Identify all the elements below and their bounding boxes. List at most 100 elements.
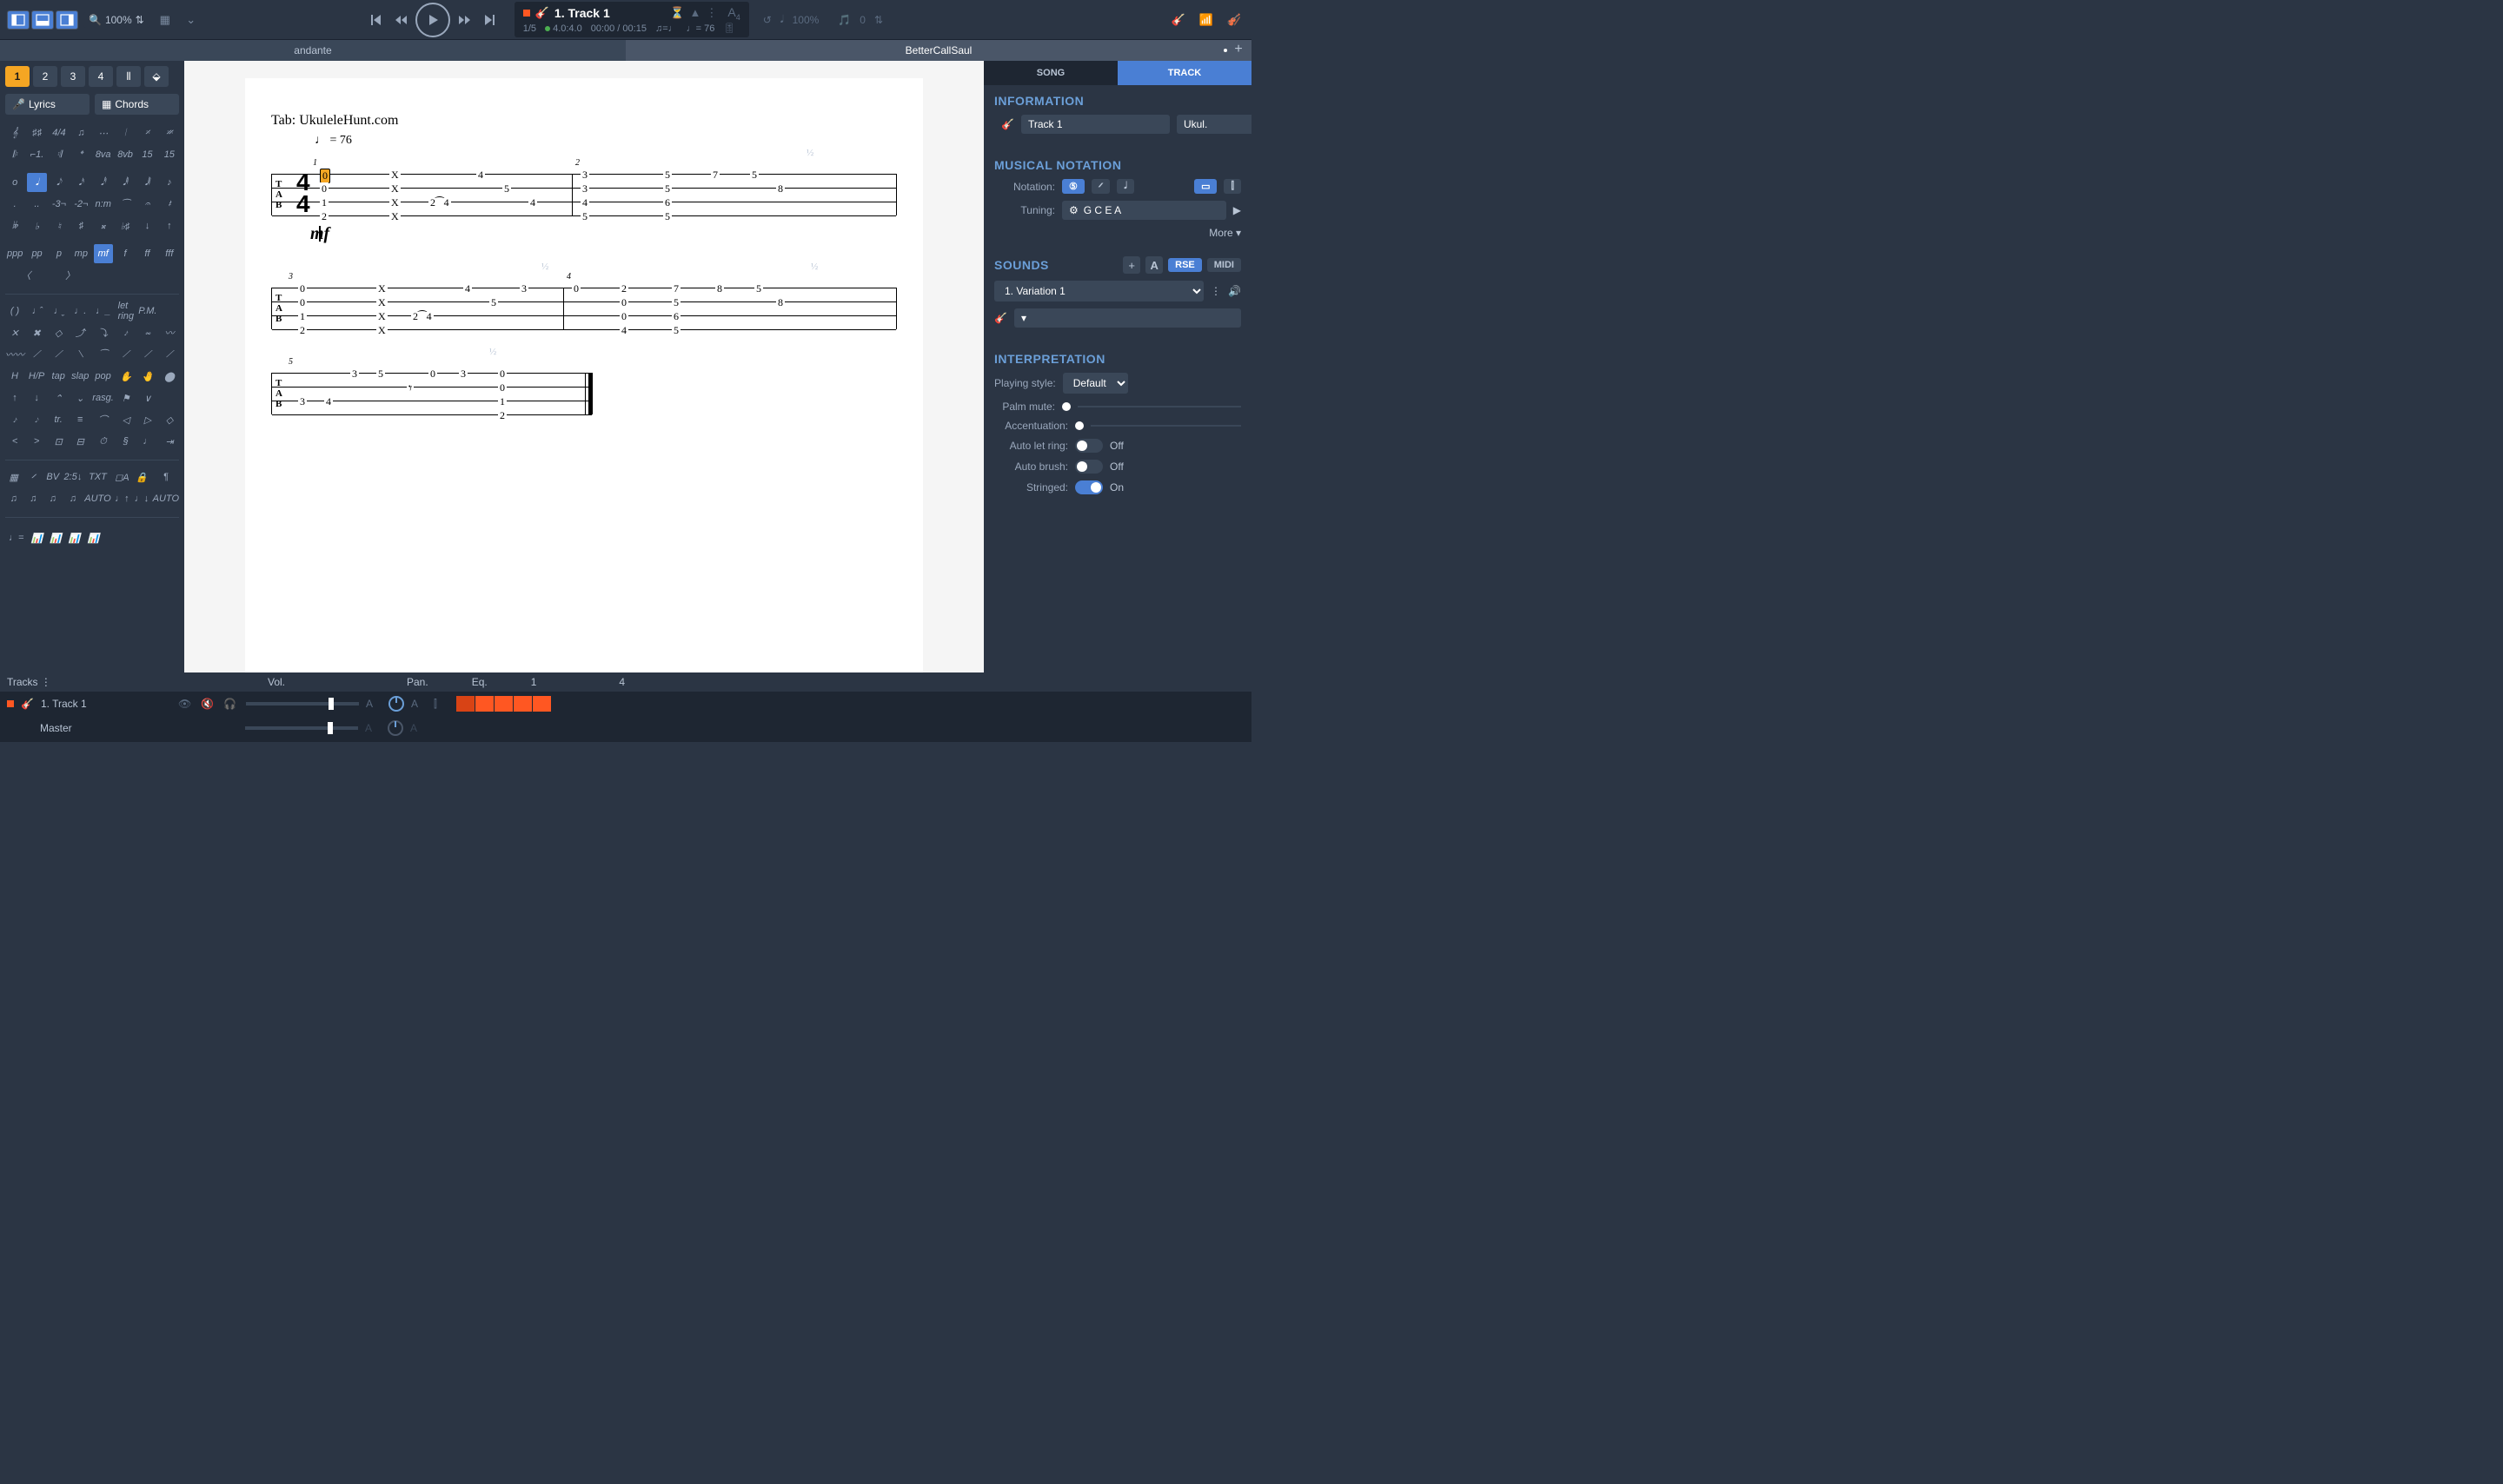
semitone-up-icon[interactable]: ↑ xyxy=(160,216,179,235)
tab-staff-1[interactable]: 1 2 TAB 44 0 0 1 2 X X X X 2⁀ xyxy=(271,174,897,244)
mf-button[interactable]: mf xyxy=(94,244,113,263)
beam-2-icon[interactable]: ♫ xyxy=(44,489,62,508)
tracks-menu-icon[interactable]: ⋮ xyxy=(41,676,51,688)
tie-icon[interactable]: ⁀ xyxy=(116,195,135,214)
auto-beam-icon[interactable]: ♫ xyxy=(5,489,22,508)
anchor-icon[interactable]: ¶ xyxy=(153,467,179,487)
hourglass-icon[interactable]: ⏳ xyxy=(670,6,684,20)
master-pan-auto[interactable]: A xyxy=(410,722,426,734)
rest-icon[interactable]: 𝄾 xyxy=(407,381,414,397)
p-button[interactable]: p xyxy=(50,244,69,263)
tab-staff-2[interactable]: 3 4 TAB 0 0 1 2 X X X X 2⁀4 4 xyxy=(271,288,897,329)
sound-bank-selector[interactable]: ▾ xyxy=(1014,308,1241,328)
solo-icon[interactable]: 🎧 xyxy=(223,698,239,710)
double-sharp-icon[interactable]: 𝄪 xyxy=(94,216,113,235)
15mb-icon[interactable]: 15 xyxy=(160,145,179,164)
multivoice-icon[interactable]: ⫴ xyxy=(116,66,141,87)
accent2-icon[interactable]: < xyxy=(5,432,24,451)
font-size-icon[interactable]: A4 xyxy=(727,5,740,22)
decrescendo-icon[interactable]: 〉 xyxy=(50,266,91,285)
tempo-change-icon[interactable]: ♩= xyxy=(9,528,23,547)
bar-block-4[interactable] xyxy=(514,696,533,712)
slide-variant2-icon[interactable]: ⟋ xyxy=(160,345,179,364)
volume-slider[interactable] xyxy=(246,702,359,706)
tuning-fork-icon[interactable]: 🎚 xyxy=(723,23,735,34)
track-short-input[interactable] xyxy=(1177,115,1252,134)
marker-icon[interactable]: ◻A xyxy=(114,467,131,487)
master-vol-auto[interactable]: A xyxy=(365,722,381,734)
pan-auto-icon[interactable]: A xyxy=(411,698,427,710)
rest-icon[interactable]: 𝄽 xyxy=(160,195,179,214)
repeat-open-icon[interactable]: 𝄆 xyxy=(5,145,24,164)
more-icon[interactable]: ⋮ xyxy=(706,6,717,20)
tab-track[interactable]: TRACK xyxy=(1118,61,1252,85)
palm-mute-icon[interactable]: P.M. xyxy=(138,301,157,321)
vibrato-icon[interactable]: 〰 xyxy=(160,323,179,342)
notation-slash-button[interactable]: 𝄍 xyxy=(1092,179,1110,194)
fff-button[interactable]: fff xyxy=(160,244,179,263)
tuning-icon[interactable]: 🎵 xyxy=(838,14,851,26)
let-ring-icon[interactable]: letring xyxy=(116,301,136,321)
sixtyfourth-note-icon[interactable]: 𝅘𝅥𝅱 xyxy=(116,173,135,192)
loop-icon[interactable]: ↺ xyxy=(763,14,772,26)
vol-auto-icon[interactable]: A xyxy=(366,698,382,710)
hammer-on-icon[interactable]: H xyxy=(5,367,24,386)
clef-icon[interactable]: 𝄞 xyxy=(5,123,24,142)
upstroke-icon[interactable]: ↑ xyxy=(5,388,24,407)
pp-button[interactable]: pp xyxy=(27,244,46,263)
panel-bottom-icon[interactable] xyxy=(31,10,54,30)
section-name-left[interactable]: andante xyxy=(0,40,626,61)
panel-left-icon[interactable] xyxy=(7,10,30,30)
double-flat-icon[interactable]: 𝄫 xyxy=(5,216,24,235)
voice-3-button[interactable]: 3 xyxy=(61,66,85,87)
free-time-icon[interactable]: ⋯ xyxy=(94,123,113,142)
tuplet-2-icon[interactable]: -2¬ xyxy=(71,195,90,214)
time-sig-icon[interactable]: 4/4 xyxy=(50,123,69,142)
fade-in-icon[interactable]: ◁ xyxy=(116,410,136,429)
slap-icon[interactable]: slap xyxy=(70,367,90,386)
lock-icon[interactable]: 🔒 xyxy=(133,467,150,487)
score-area[interactable]: Tab: UkuleleHunt.com ♩ = 76 1 2 TAB 44 0… xyxy=(184,61,984,672)
rse-button[interactable]: RSE xyxy=(1168,258,1202,272)
pick-down-icon[interactable]: ⌄ xyxy=(70,388,90,407)
palm-mute-slider[interactable] xyxy=(1062,402,1071,411)
auto-brush-toggle[interactable] xyxy=(1075,460,1103,474)
note-8-icon[interactable]: ♪ xyxy=(160,173,179,192)
tremolo-bar-icon[interactable]: ⤵ xyxy=(92,323,113,342)
ghost-note-icon[interactable]: ( ) xyxy=(5,301,24,321)
slash-icon[interactable]: 𝄍 xyxy=(24,467,42,487)
double-dot-icon[interactable]: .. xyxy=(27,195,46,214)
timer-icon[interactable]: ⏱ xyxy=(92,432,113,451)
sound-auto-button[interactable]: A xyxy=(1145,256,1163,274)
voice-2-button[interactable]: 2 xyxy=(33,66,57,87)
flat-icon[interactable]: ♭ xyxy=(27,216,46,235)
accidental-change-icon[interactable]: ♭♯ xyxy=(116,216,135,235)
midi-button[interactable]: MIDI xyxy=(1207,258,1241,272)
notation-tab-button[interactable]: ⑤ xyxy=(1062,179,1085,194)
stringed-toggle[interactable] xyxy=(1075,480,1103,494)
sharp-icon[interactable]: ♯ xyxy=(71,216,90,235)
grace-note-icon[interactable]: 𝆔 xyxy=(116,323,136,342)
stem-auto-icon[interactable]: AUTO xyxy=(84,489,110,508)
timer-display-icon[interactable]: 2:5↓ xyxy=(63,467,82,487)
eq-icon[interactable]: ⫿ xyxy=(434,698,449,711)
direction-icon[interactable]: ♩ xyxy=(138,432,157,451)
marcato-icon[interactable]: > xyxy=(27,432,46,451)
track-row-1[interactable]: 🎸 1. Track 1 👁 🔇 🎧 A A ⫿ xyxy=(0,692,1252,716)
wah-icon[interactable]: ⌒ xyxy=(92,410,113,429)
automation-4-icon[interactable]: 📊 xyxy=(88,528,100,547)
variation-selector[interactable]: 1. Variation 1 xyxy=(994,281,1204,301)
sound-options-icon[interactable]: ⋮ xyxy=(1211,285,1221,297)
playing-style-selector[interactable]: Default xyxy=(1063,373,1128,394)
add-sound-button[interactable]: + xyxy=(1123,256,1140,274)
golpe-icon[interactable]: ⬤ xyxy=(160,367,179,386)
automation-1-icon[interactable]: 📊 xyxy=(30,528,43,547)
slide-variant-icon[interactable]: ⟋ xyxy=(138,345,157,364)
wide-vibrato-icon[interactable]: 〰〰 xyxy=(5,345,24,364)
instrument-select-icon[interactable]: 🎻 xyxy=(1224,10,1245,30)
rasg-icon[interactable]: rasg. xyxy=(92,388,113,407)
ff-button[interactable]: ff xyxy=(137,244,156,263)
track-name-input[interactable] xyxy=(1021,115,1170,134)
tuplet-3-icon[interactable]: -3¬ xyxy=(50,195,69,214)
hammer-pull-icon[interactable]: H/P xyxy=(27,367,46,386)
